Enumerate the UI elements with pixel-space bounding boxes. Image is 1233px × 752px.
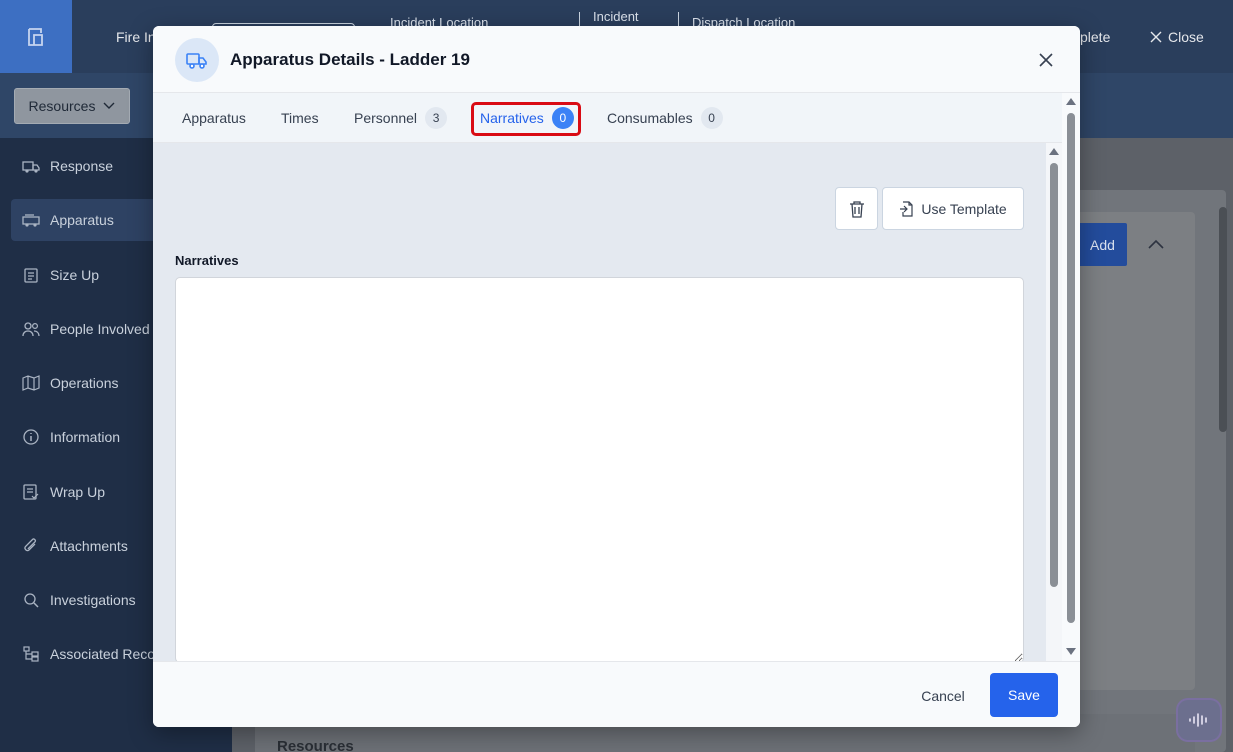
app-logo[interactable]: [0, 0, 72, 73]
tab-label: Personnel: [354, 110, 418, 126]
sidebar-item-label: Response: [50, 158, 114, 174]
close-incident-button[interactable]: Close: [1150, 29, 1204, 45]
checklist-icon: [22, 483, 40, 501]
scroll-down-arrow-icon[interactable]: [1066, 648, 1076, 655]
truck-icon: [175, 38, 219, 82]
complete-button[interactable]: plete: [1080, 29, 1110, 45]
use-template-button[interactable]: Use Template: [882, 187, 1024, 230]
close-icon: [1039, 53, 1053, 67]
scroll-up-arrow-icon[interactable]: [1049, 148, 1059, 155]
tab-label: Times: [281, 110, 319, 126]
tab-bar: Apparatus Times Personnel 3 Narratives 0…: [153, 93, 1062, 143]
modal-scrollbar[interactable]: [1062, 93, 1080, 661]
close-incident-label: Close: [1168, 29, 1204, 45]
tab-label: Apparatus: [182, 110, 246, 126]
sidebar-item-label: Information: [50, 429, 121, 445]
tab-apparatus[interactable]: Apparatus: [182, 93, 246, 143]
fire-truck-icon: [22, 211, 40, 229]
sidebar-item-label: Attachments: [50, 538, 128, 554]
apparatus-details-modal: Apparatus Details - Ladder 19 Apparatus …: [153, 26, 1080, 727]
trash-icon: [849, 200, 864, 218]
search-icon: [22, 591, 40, 609]
narratives-label: Narratives: [175, 253, 239, 268]
cancel-button[interactable]: Cancel: [908, 675, 978, 717]
add-button[interactable]: Add: [1078, 223, 1127, 266]
modal-close-button[interactable]: [1035, 49, 1057, 71]
count-badge: 0: [551, 107, 574, 129]
scrollbar-thumb[interactable]: [1067, 113, 1075, 623]
clipboard-icon: [22, 266, 40, 284]
paperclip-icon: [22, 537, 40, 555]
section-title: Resources: [277, 738, 354, 752]
sidebar-item-label: Associated Recor: [50, 646, 160, 662]
info-icon: [22, 428, 40, 446]
people-icon: [22, 320, 40, 338]
panel-scrollbar[interactable]: [1046, 143, 1062, 661]
delete-button[interactable]: [835, 187, 878, 230]
tab-consumables[interactable]: Consumables 0: [607, 93, 723, 143]
modal-title: Apparatus Details - Ladder 19: [230, 50, 470, 69]
count-badge: 3: [425, 107, 448, 129]
modal-header: Apparatus Details - Ladder 19: [153, 26, 1080, 93]
narratives-panel: Use Template Narratives: [153, 143, 1046, 661]
sidebar-item-label: Investigations: [50, 592, 136, 608]
sidebar-item-label: Wrap Up: [50, 484, 105, 500]
sidebar-item-label: Apparatus: [50, 212, 114, 228]
page-scrollbar[interactable]: [1219, 207, 1227, 432]
resources-dropdown-label: Resources: [28, 98, 96, 114]
chevron-down-icon: [103, 102, 115, 109]
logo-icon: [28, 27, 43, 46]
save-button[interactable]: Save: [990, 673, 1058, 717]
app-title: Fire In: [116, 29, 156, 45]
resources-dropdown[interactable]: Resources: [14, 88, 130, 124]
sidebar-item-label: Operations: [50, 375, 119, 391]
scroll-up-arrow-icon[interactable]: [1066, 98, 1076, 105]
waveform-icon: [1189, 713, 1207, 727]
narratives-textarea[interactable]: [175, 277, 1024, 661]
sidebar-item-label: People Involved: [50, 321, 150, 337]
modal-footer: Cancel Save: [153, 661, 1080, 727]
tab-label: Consumables: [607, 110, 693, 126]
truck-icon: [22, 157, 40, 175]
tab-personnel[interactable]: Personnel 3: [354, 93, 448, 143]
tab-narratives[interactable]: Narratives 0: [480, 93, 574, 143]
close-icon: [1150, 31, 1162, 43]
tab-label: Narratives: [480, 110, 544, 126]
file-import-icon: [900, 200, 913, 217]
sidebar-item-label: Size Up: [50, 267, 100, 283]
count-badge: 0: [700, 107, 723, 129]
voice-assistant-button[interactable]: [1178, 700, 1220, 740]
top-field-incident: Incident: [593, 9, 639, 24]
use-template-label: Use Template: [921, 200, 1007, 217]
hierarchy-icon: [22, 645, 40, 663]
chevron-up-icon[interactable]: [1148, 236, 1164, 254]
map-icon: [22, 374, 40, 392]
tab-times[interactable]: Times: [281, 93, 319, 143]
scrollbar-thumb[interactable]: [1050, 163, 1058, 587]
